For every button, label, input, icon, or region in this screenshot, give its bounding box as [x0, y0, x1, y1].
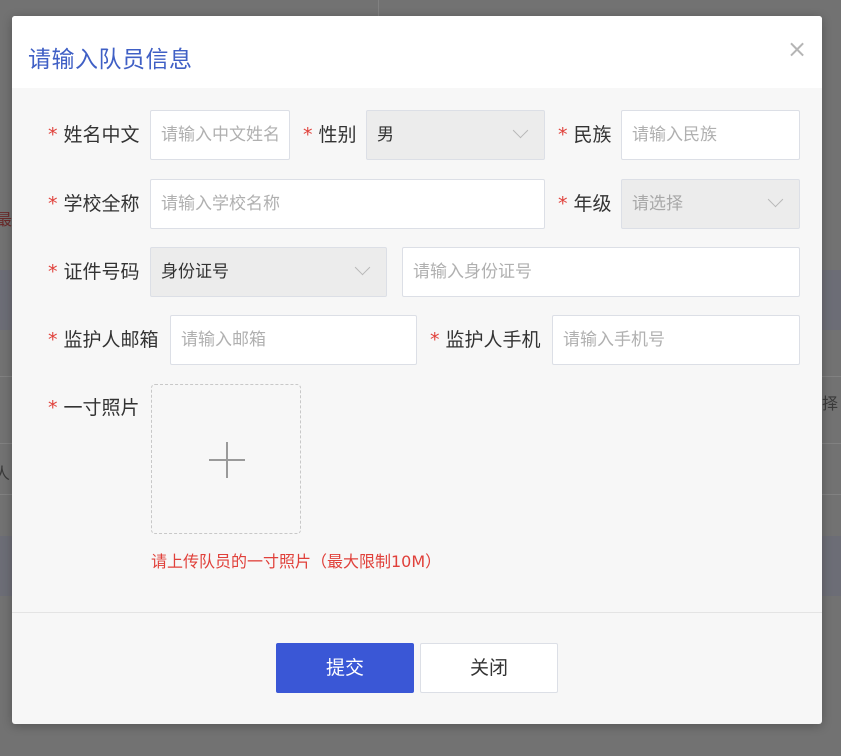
background-divider — [822, 443, 841, 444]
photo-upload-area[interactable] — [151, 384, 301, 534]
required-marker: * — [558, 193, 568, 215]
background-divider — [0, 376, 12, 377]
chinese-name-label-text: 姓名中文 — [63, 124, 140, 146]
required-marker: * — [48, 124, 58, 146]
guardian-email-label: * 监护人邮箱 — [48, 315, 159, 365]
required-marker: * — [303, 124, 313, 146]
background-divider — [822, 376, 841, 377]
background-divider — [822, 494, 841, 495]
footer-divider — [12, 612, 822, 613]
chevron-down-icon — [767, 191, 784, 208]
dialog-title: 请输入队员信息 — [28, 47, 193, 73]
background-band — [0, 270, 12, 330]
school-label: * 学校全称 — [48, 179, 140, 229]
chevron-down-icon — [354, 259, 371, 276]
background-divider — [0, 443, 12, 444]
chevron-down-icon — [512, 122, 529, 139]
school-name-input[interactable] — [150, 179, 545, 229]
id-number-label-text: 证件号码 — [63, 261, 140, 283]
chinese-name-input[interactable] — [150, 110, 290, 160]
gender-select[interactable]: 男 — [366, 110, 545, 160]
required-marker: * — [48, 261, 58, 283]
guardian-email-label-text: 监护人邮箱 — [63, 329, 159, 351]
id-number-label: * 证件号码 — [48, 247, 140, 297]
close-icon[interactable]: × — [786, 37, 808, 61]
grade-select[interactable]: 请选择 — [621, 179, 800, 229]
required-marker: * — [48, 397, 58, 419]
photo-upload-hint: 请上传队员的一寸照片（最大限制10M） — [151, 552, 442, 571]
gender-select-value: 男 — [377, 125, 394, 145]
team-member-dialog: 请输入队员信息 × *姓名中文 *性别 男 *民族 *学校全称 *年级 请选择 … — [12, 16, 822, 724]
chinese-name-label: * 姓名中文 — [48, 110, 140, 160]
background-band — [0, 536, 12, 596]
id-type-select-value: 身份证号 — [161, 262, 229, 282]
background-text-fragment: 人 — [0, 464, 11, 483]
background-divider — [378, 0, 379, 16]
background-text-fragment: 择 — [822, 394, 839, 413]
close-button[interactable]: 关闭 — [420, 643, 558, 693]
grade-label: * 年级 — [558, 179, 612, 229]
plus-icon — [226, 442, 228, 478]
gender-label: * 性别 — [303, 110, 357, 160]
required-marker: * — [430, 329, 440, 351]
background-text-fragment: 最 — [0, 210, 13, 229]
background-band — [822, 536, 841, 596]
dialog-header: 请输入队员信息 × — [12, 16, 822, 88]
grade-label-text: 年级 — [573, 193, 612, 215]
background-band — [822, 270, 841, 330]
ethnicity-label: * 民族 — [558, 110, 612, 160]
grade-select-placeholder: 请选择 — [632, 194, 683, 214]
school-label-text: 学校全称 — [63, 193, 140, 215]
guardian-phone-input[interactable] — [552, 315, 800, 365]
guardian-phone-label-text: 监护人手机 — [445, 329, 541, 351]
guardian-email-input[interactable] — [170, 315, 417, 365]
required-marker: * — [558, 124, 568, 146]
ethnicity-input[interactable] — [621, 110, 800, 160]
photo-label: * 一寸照片 — [48, 383, 140, 433]
gender-label-text: 性别 — [318, 124, 357, 146]
submit-button[interactable]: 提交 — [276, 643, 414, 693]
guardian-phone-label: * 监护人手机 — [430, 315, 541, 365]
photo-label-text: 一寸照片 — [63, 397, 140, 419]
ethnicity-label-text: 民族 — [573, 124, 612, 146]
id-number-input[interactable] — [402, 247, 800, 297]
id-type-select[interactable]: 身份证号 — [150, 247, 387, 297]
required-marker: * — [48, 193, 58, 215]
required-marker: * — [48, 329, 58, 351]
background-divider — [0, 494, 12, 495]
